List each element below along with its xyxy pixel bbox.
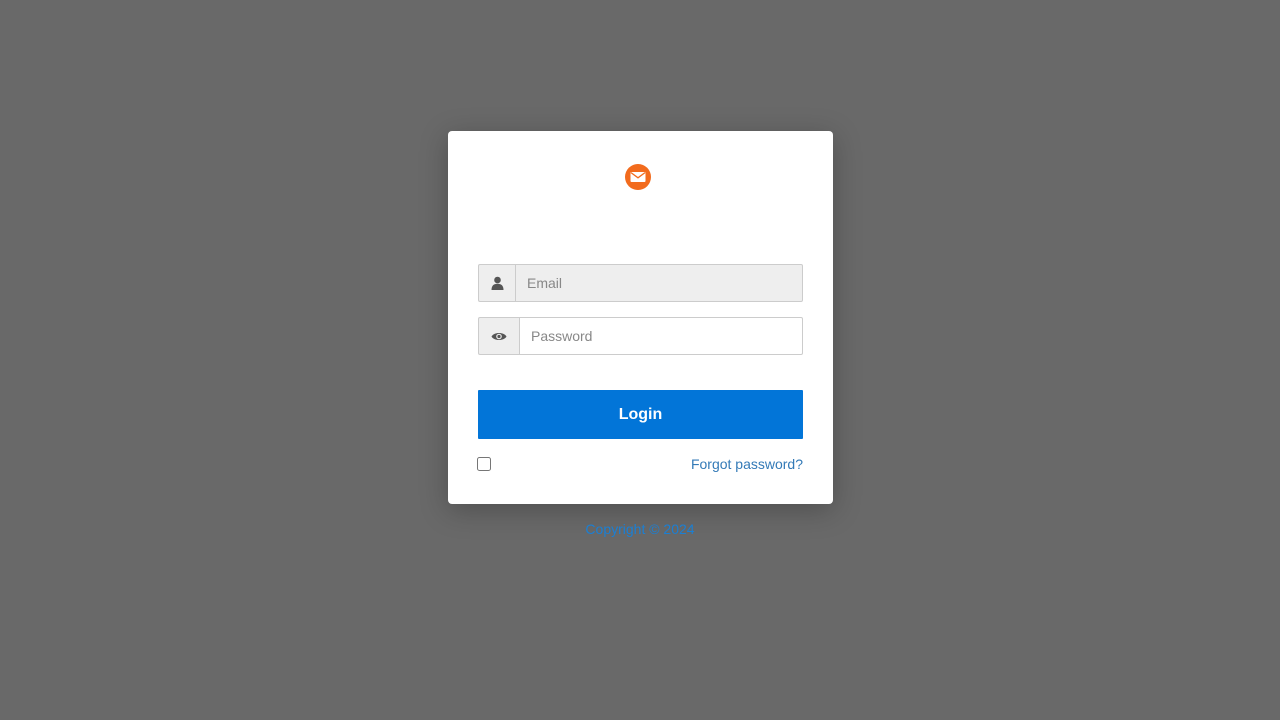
remember-me-checkbox[interactable]: [477, 457, 491, 471]
forgot-password-link[interactable]: Forgot password?: [691, 456, 803, 472]
email-input-group: [478, 264, 803, 302]
envelope-icon: [625, 164, 651, 190]
user-icon: [478, 264, 515, 302]
password-input-group: [478, 317, 803, 355]
copyright-text: Copyright © 2024: [585, 521, 695, 537]
email-input[interactable]: [515, 264, 803, 302]
eye-icon[interactable]: [478, 317, 519, 355]
login-button[interactable]: Login: [478, 390, 803, 439]
password-input[interactable]: [519, 317, 803, 355]
login-card: Login Forgot password?: [448, 131, 833, 504]
